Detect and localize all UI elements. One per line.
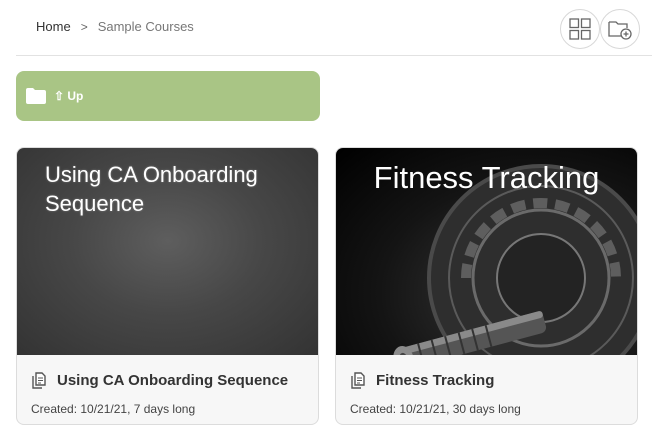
documents-icon bbox=[351, 372, 365, 389]
folder-plus-icon bbox=[608, 21, 632, 40]
breadcrumb-separator: > bbox=[80, 19, 88, 34]
thumbnail-title: Fitness Tracking bbox=[373, 160, 600, 195]
course-thumbnail: Fitness Tracking bbox=[336, 148, 637, 355]
breadcrumb: Home > Sample Courses bbox=[36, 19, 194, 34]
course-title[interactable]: Fitness Tracking bbox=[376, 372, 494, 389]
grid-icon bbox=[569, 18, 591, 40]
folder-icon bbox=[26, 88, 46, 104]
documents-icon bbox=[32, 372, 46, 389]
card-title-row: Using CA Onboarding Sequence bbox=[31, 372, 288, 389]
course-card[interactable]: Fitness Tracking Fitness Tracking Create… bbox=[335, 147, 638, 425]
course-title[interactable]: Using CA Onboarding Sequence bbox=[57, 372, 288, 389]
up-label: ⇧ Up bbox=[54, 89, 84, 103]
card-title-row: Fitness Tracking bbox=[350, 372, 494, 389]
card-footer: Fitness Tracking Created: 10/21/21, 30 d… bbox=[336, 355, 637, 424]
course-thumbnail: Using CA Onboarding Sequence bbox=[17, 148, 318, 355]
thumbnail-title: Using CA Onboarding Sequence bbox=[45, 162, 258, 216]
up-folder-tile[interactable]: ⇧ Up bbox=[16, 71, 320, 121]
new-folder-button[interactable] bbox=[600, 9, 640, 49]
course-card[interactable]: Using CA Onboarding Sequence Using CA On… bbox=[16, 147, 319, 425]
course-meta: Created: 10/21/21, 7 days long bbox=[31, 402, 196, 416]
card-footer: Using CA Onboarding Sequence Created: 10… bbox=[17, 355, 318, 424]
course-meta: Created: 10/21/21, 30 days long bbox=[350, 402, 521, 416]
top-bar: Home > Sample Courses bbox=[16, 0, 652, 56]
breadcrumb-current: Sample Courses bbox=[97, 19, 194, 34]
grid-view-button[interactable] bbox=[560, 9, 600, 49]
breadcrumb-home-link[interactable]: Home bbox=[36, 19, 71, 34]
